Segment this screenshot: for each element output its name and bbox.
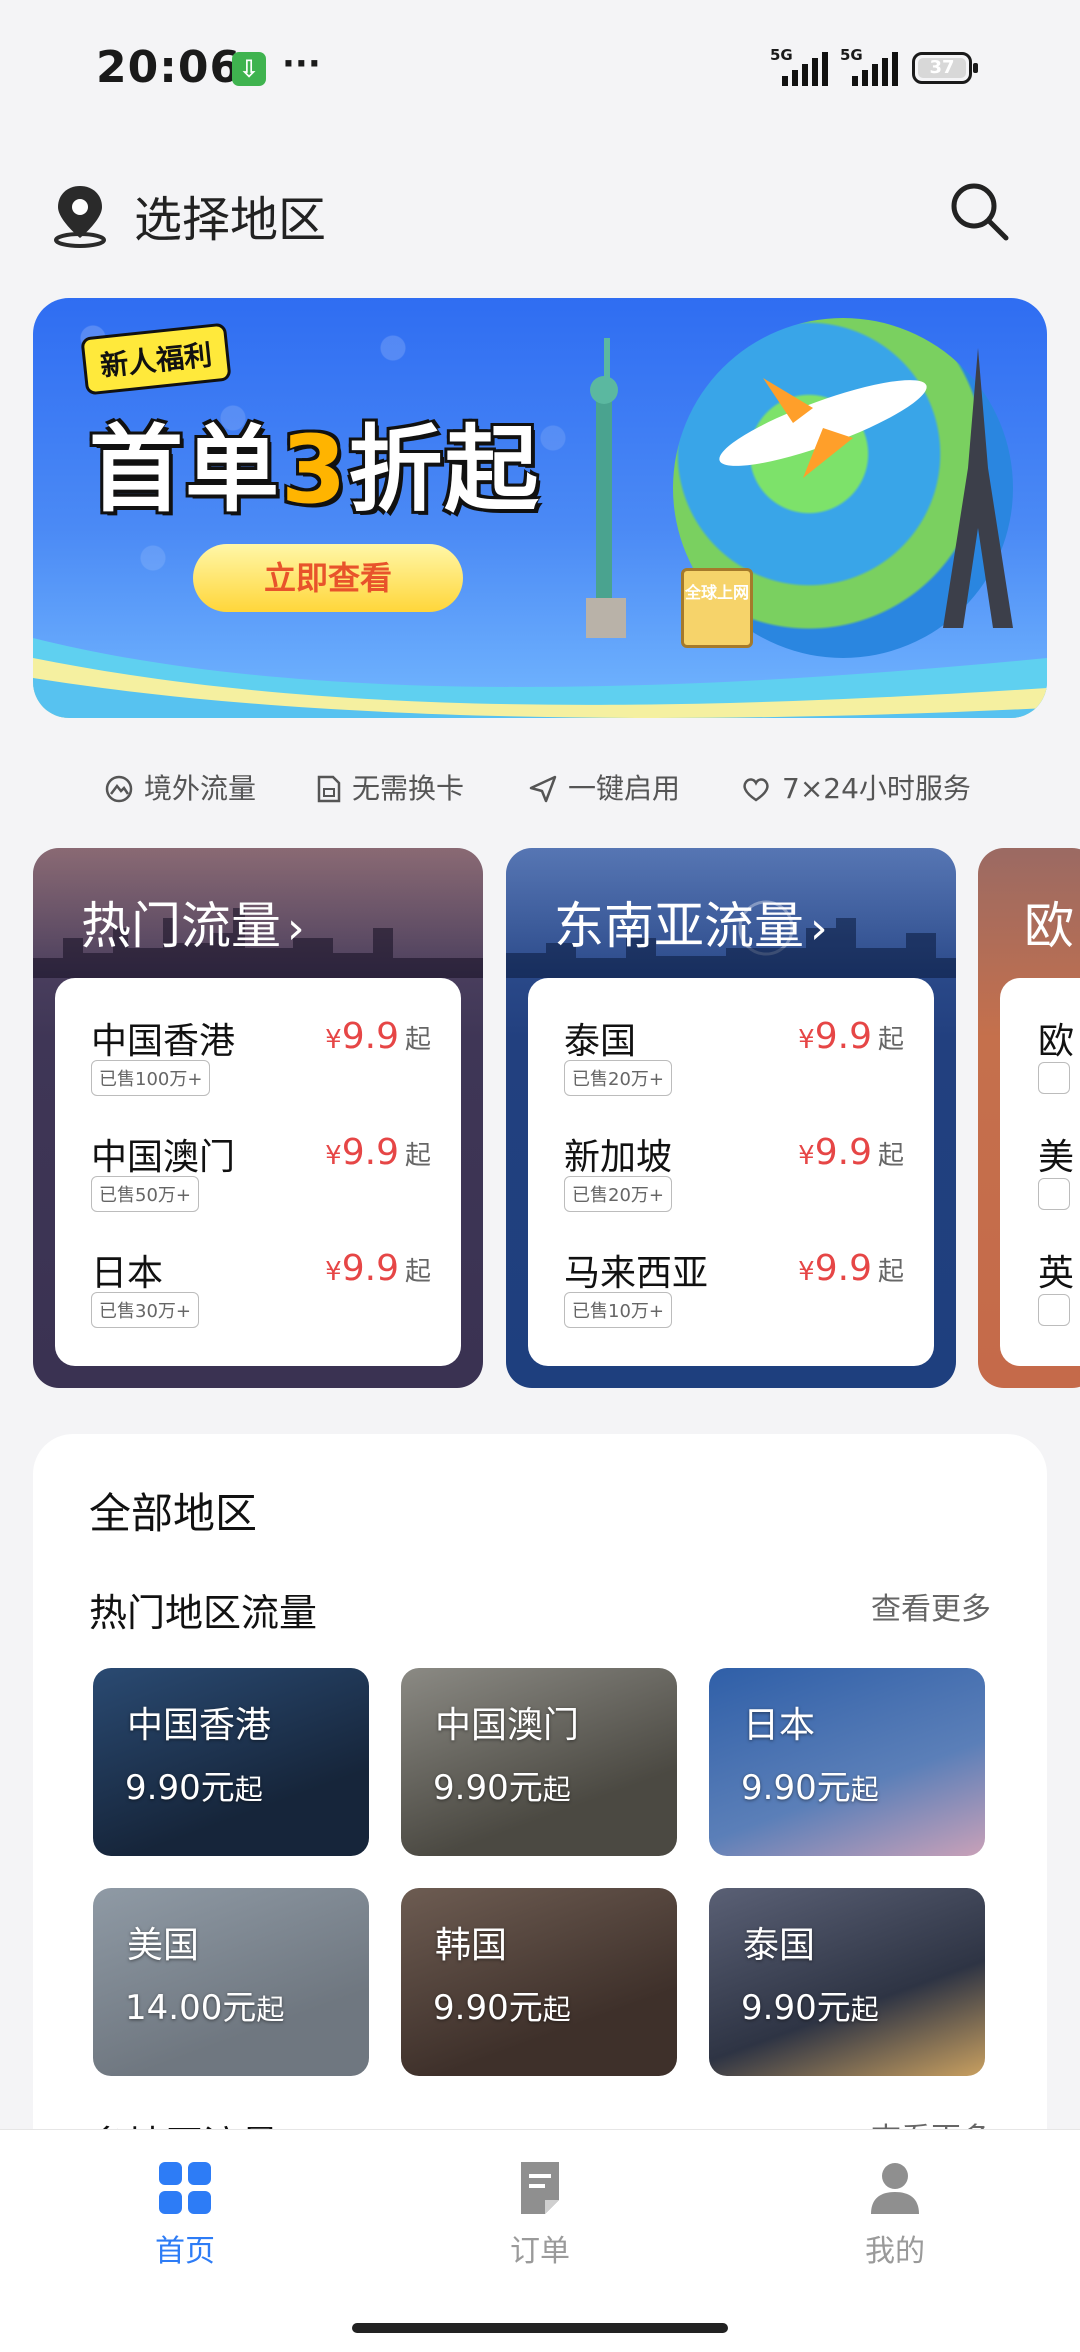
region-tile-korea[interactable]: 韩国 9.90元起 <box>401 1888 677 2076</box>
tab-profile[interactable]: 我的 <box>795 2160 995 2270</box>
price-label: ¥9.9 起 <box>798 1132 904 1173</box>
select-region-button[interactable]: 选择地区 <box>134 180 326 250</box>
list-item[interactable]: 中国澳门 已售50万+ ¥9.9 起 <box>91 1128 431 1238</box>
feature-24h-service: 7×24小时服务 <box>740 767 971 807</box>
grid-home-icon <box>159 2162 211 2214</box>
feature-one-click: 一键启用 <box>528 767 680 807</box>
statue-illustration <box>586 338 626 638</box>
section-title: 全部地区 <box>89 1489 258 1538</box>
person-icon <box>871 2163 919 2214</box>
send-icon <box>529 775 557 803</box>
app-badge-icon: ⇩ <box>232 52 266 86</box>
status-bar: 20:06 ⇩ ··· 5G 5G 37 <box>0 0 1080 140</box>
home-indicator[interactable] <box>352 2323 728 2333</box>
view-now-button[interactable]: 立即查看 <box>193 544 463 612</box>
price-label: ¥9.9 起 <box>798 1016 904 1057</box>
list-item[interactable]: 英 <box>1038 1244 1074 1296</box>
card-title[interactable]: 热门流量 › <box>81 886 305 958</box>
view-more-link[interactable]: 查看更多 <box>871 1584 991 1628</box>
region-tile-hongkong[interactable]: 中国香港 9.90元起 <box>93 1668 369 1856</box>
more-notifications-icon: ··· <box>282 44 321 84</box>
tab-orders[interactable]: 订单 <box>440 2160 640 2270</box>
plane-illustration <box>719 378 927 478</box>
list-item[interactable]: 日本 已售30万+ ¥9.9 起 <box>91 1244 431 1354</box>
search-icon[interactable] <box>948 180 1012 244</box>
feature-strip: 境外流量 无需换卡 一键启用 7×24小时服务 <box>0 755 1080 815</box>
region-tile-macau[interactable]: 中国澳门 9.90元起 <box>401 1668 677 1856</box>
list-item[interactable]: 泰国 已售20万+ ¥9.9 起 <box>564 1012 904 1122</box>
price-label: ¥9.9 起 <box>325 1248 431 1289</box>
europe-data-card[interactable]: 欧 欧 美 英 <box>978 848 1080 1388</box>
region-tile-thailand[interactable]: 泰国 9.90元起 <box>709 1888 985 2076</box>
card-list: 泰国 已售20万+ ¥9.9 起 新加坡 已售20万+ ¥9.9 起 马来西亚 已售… <box>528 978 934 1366</box>
card-list: 中国香港 已售100万+ ¥9.9 起 中国澳门 已售50万+ ¥9.9 起 日本 … <box>55 978 461 1366</box>
all-regions-panel: 全部地区 热门地区流量 查看更多 中国香港 9.90元起 中国澳门 9.90元起… <box>33 1434 1047 2194</box>
feature-overseas-data: 境外流量 <box>104 767 256 807</box>
card-list: 欧 美 英 <box>1000 978 1080 1366</box>
heart-hand-icon <box>743 778 769 802</box>
mountain-icon <box>105 775 133 803</box>
battery-icon: 37 <box>912 52 978 84</box>
list-item[interactable]: 美 <box>1038 1128 1074 1180</box>
document-icon <box>521 2162 559 2214</box>
price-label: ¥9.9 起 <box>798 1248 904 1289</box>
eiffel-tower-illustration <box>943 348 1013 628</box>
banner-headline: 首单3折起 <box>89 416 541 525</box>
list-item[interactable]: 马来西亚 已售10万+ ¥9.9 起 <box>564 1244 904 1354</box>
price-label: ¥9.9 起 <box>325 1016 431 1057</box>
hot-data-card[interactable]: 热门流量 › 中国香港 已售100万+ ¥9.9 起 中国澳门 已售50万+ ¥9.… <box>33 848 483 1388</box>
card-title[interactable]: 东南亚流量 › <box>554 886 828 958</box>
bottom-tab-bar: 首页 订单 我的 <box>0 2129 1080 2352</box>
chevron-right-icon: › <box>810 903 828 954</box>
promo-banner[interactable]: 全球上网 新人福利 首单3折起 立即查看 <box>33 298 1047 718</box>
list-item[interactable]: 中国香港 已售100万+ ¥9.9 起 <box>91 1012 431 1122</box>
region-tile-usa[interactable]: 美国 14.00元起 <box>93 1888 369 2076</box>
subsection-title: 热门地区流量 <box>89 1591 318 1635</box>
card-title[interactable]: 欧 <box>1024 886 1074 958</box>
sim-card-icon <box>317 775 341 803</box>
list-item[interactable]: 新加坡 已售20万+ ¥9.9 起 <box>564 1128 904 1238</box>
southeast-asia-data-card[interactable]: 东南亚流量 › 泰国 已售20万+ ¥9.9 起 新加坡 已售20万+ ¥9.9 起 … <box>506 848 956 1388</box>
region-tile-japan[interactable]: 日本 9.90元起 <box>709 1668 985 1856</box>
feature-no-sim-change: 无需换卡 <box>316 767 464 807</box>
location-pin-icon[interactable] <box>50 182 110 248</box>
list-item[interactable]: 欧 <box>1038 1012 1074 1064</box>
status-time: 20:06 <box>96 42 242 93</box>
chevron-right-icon: › <box>287 903 305 954</box>
top-bar: 选择地区 <box>0 160 1080 260</box>
tab-home[interactable]: 首页 <box>85 2160 285 2270</box>
price-label: ¥9.9 起 <box>325 1132 431 1173</box>
